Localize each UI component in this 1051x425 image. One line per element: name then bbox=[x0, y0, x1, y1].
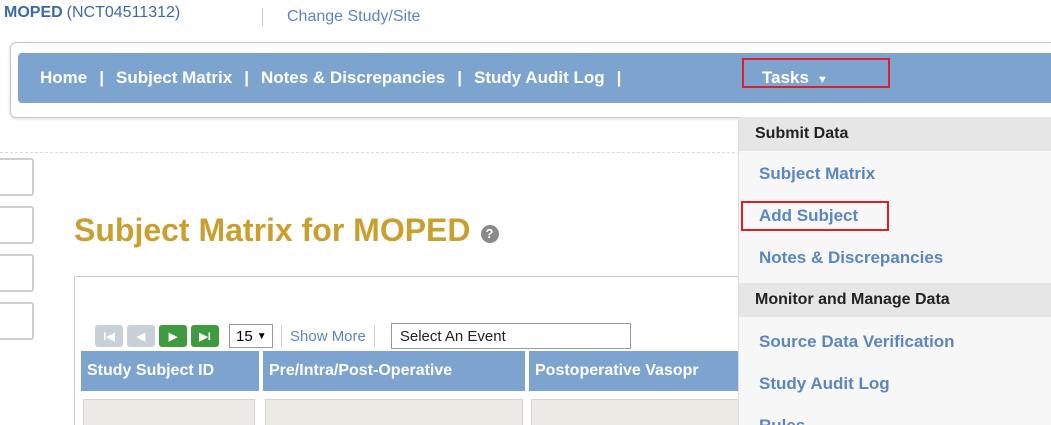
nav-separator: | bbox=[99, 68, 104, 87]
page-title-text: Subject Matrix for MOPED bbox=[74, 212, 471, 248]
header-divider bbox=[262, 8, 263, 26]
add-subject-highlight-box bbox=[741, 201, 889, 231]
menu-item-subject-matrix[interactable]: Subject Matrix bbox=[759, 164, 875, 184]
change-study-link[interactable]: Change Study/Site bbox=[287, 8, 420, 26]
nav-separator: | bbox=[244, 68, 249, 87]
menu-item-source-data-verification[interactable]: Source Data Verification bbox=[759, 332, 955, 352]
tasks-dropdown: Submit Data Subject Matrix Add Subject N… bbox=[738, 117, 1051, 425]
pager-divider bbox=[281, 325, 282, 347]
nav-subject-matrix[interactable]: Subject Matrix bbox=[116, 68, 232, 88]
tasks-highlight-box bbox=[742, 58, 890, 88]
nav-notes-discrepancies[interactable]: Notes & Discrepancies bbox=[261, 68, 445, 88]
column-header-pre-intra-post-operative[interactable]: Pre/Intra/Post-Operative bbox=[263, 351, 527, 391]
study-id: (NCT04511312) bbox=[66, 4, 181, 21]
study-name: MOPED bbox=[4, 4, 63, 21]
nav-separator: | bbox=[616, 68, 622, 87]
left-panel-tab[interactable] bbox=[0, 206, 34, 244]
page-title: Subject Matrix for MOPED ? bbox=[74, 212, 499, 249]
first-page-icon[interactable]: I◀ bbox=[95, 325, 123, 347]
menu-section-monitor-manage-data: Monitor and Manage Data bbox=[739, 283, 1051, 317]
column-header-study-subject-id[interactable]: Study Subject ID bbox=[81, 351, 261, 391]
divider bbox=[0, 152, 740, 153]
help-icon[interactable]: ? bbox=[480, 224, 499, 243]
menu-item-rules[interactable]: Rules bbox=[759, 416, 805, 425]
table-cell bbox=[265, 399, 523, 425]
menu-item-study-audit-log[interactable]: Study Audit Log bbox=[759, 374, 890, 394]
table-cell bbox=[83, 399, 255, 425]
left-panel-tab[interactable] bbox=[0, 254, 34, 292]
menu-section-submit-data: Submit Data bbox=[739, 117, 1051, 151]
next-page-icon[interactable]: ▶ bbox=[159, 325, 187, 347]
pager-divider bbox=[373, 325, 375, 347]
left-panel-tab[interactable] bbox=[0, 302, 34, 340]
event-select[interactable]: Select An Event bbox=[390, 323, 631, 349]
table-cell bbox=[531, 399, 744, 425]
main-nav: Home | Subject Matrix | Notes & Discrepa… bbox=[18, 53, 1051, 103]
chevron-down-icon: ▼ bbox=[256, 330, 267, 342]
study-title: MOPED (NCT04511312) bbox=[4, 4, 180, 22]
nav-home[interactable]: Home bbox=[40, 68, 87, 88]
left-panel-tab[interactable] bbox=[0, 158, 34, 196]
study-header: MOPED (NCT04511312) Change Study/Site bbox=[0, 0, 1051, 32]
column-header-postoperative-vasopr[interactable]: Postoperative Vasopr bbox=[529, 351, 744, 391]
last-page-icon[interactable]: ▶I bbox=[191, 325, 219, 347]
prev-page-icon[interactable]: ◀ bbox=[127, 325, 155, 347]
nav-items: Home | Subject Matrix | Notes & Discrepa… bbox=[40, 68, 633, 88]
show-more-link[interactable]: Show More bbox=[290, 328, 366, 345]
page-size-select[interactable]: 15 ▼ bbox=[229, 324, 273, 348]
pager: I◀ ◀ ▶ ▶I 15 ▼ Show More Select An Event bbox=[95, 323, 631, 349]
nav-study-audit-log[interactable]: Study Audit Log bbox=[474, 68, 605, 88]
nav-separator: | bbox=[457, 68, 462, 87]
subject-matrix-panel: I◀ ◀ ▶ ▶I 15 ▼ Show More Select An Event … bbox=[74, 276, 744, 425]
page-size-value: 15 bbox=[236, 327, 253, 345]
menu-item-notes-discrepancies[interactable]: Notes & Discrepancies bbox=[759, 248, 943, 268]
